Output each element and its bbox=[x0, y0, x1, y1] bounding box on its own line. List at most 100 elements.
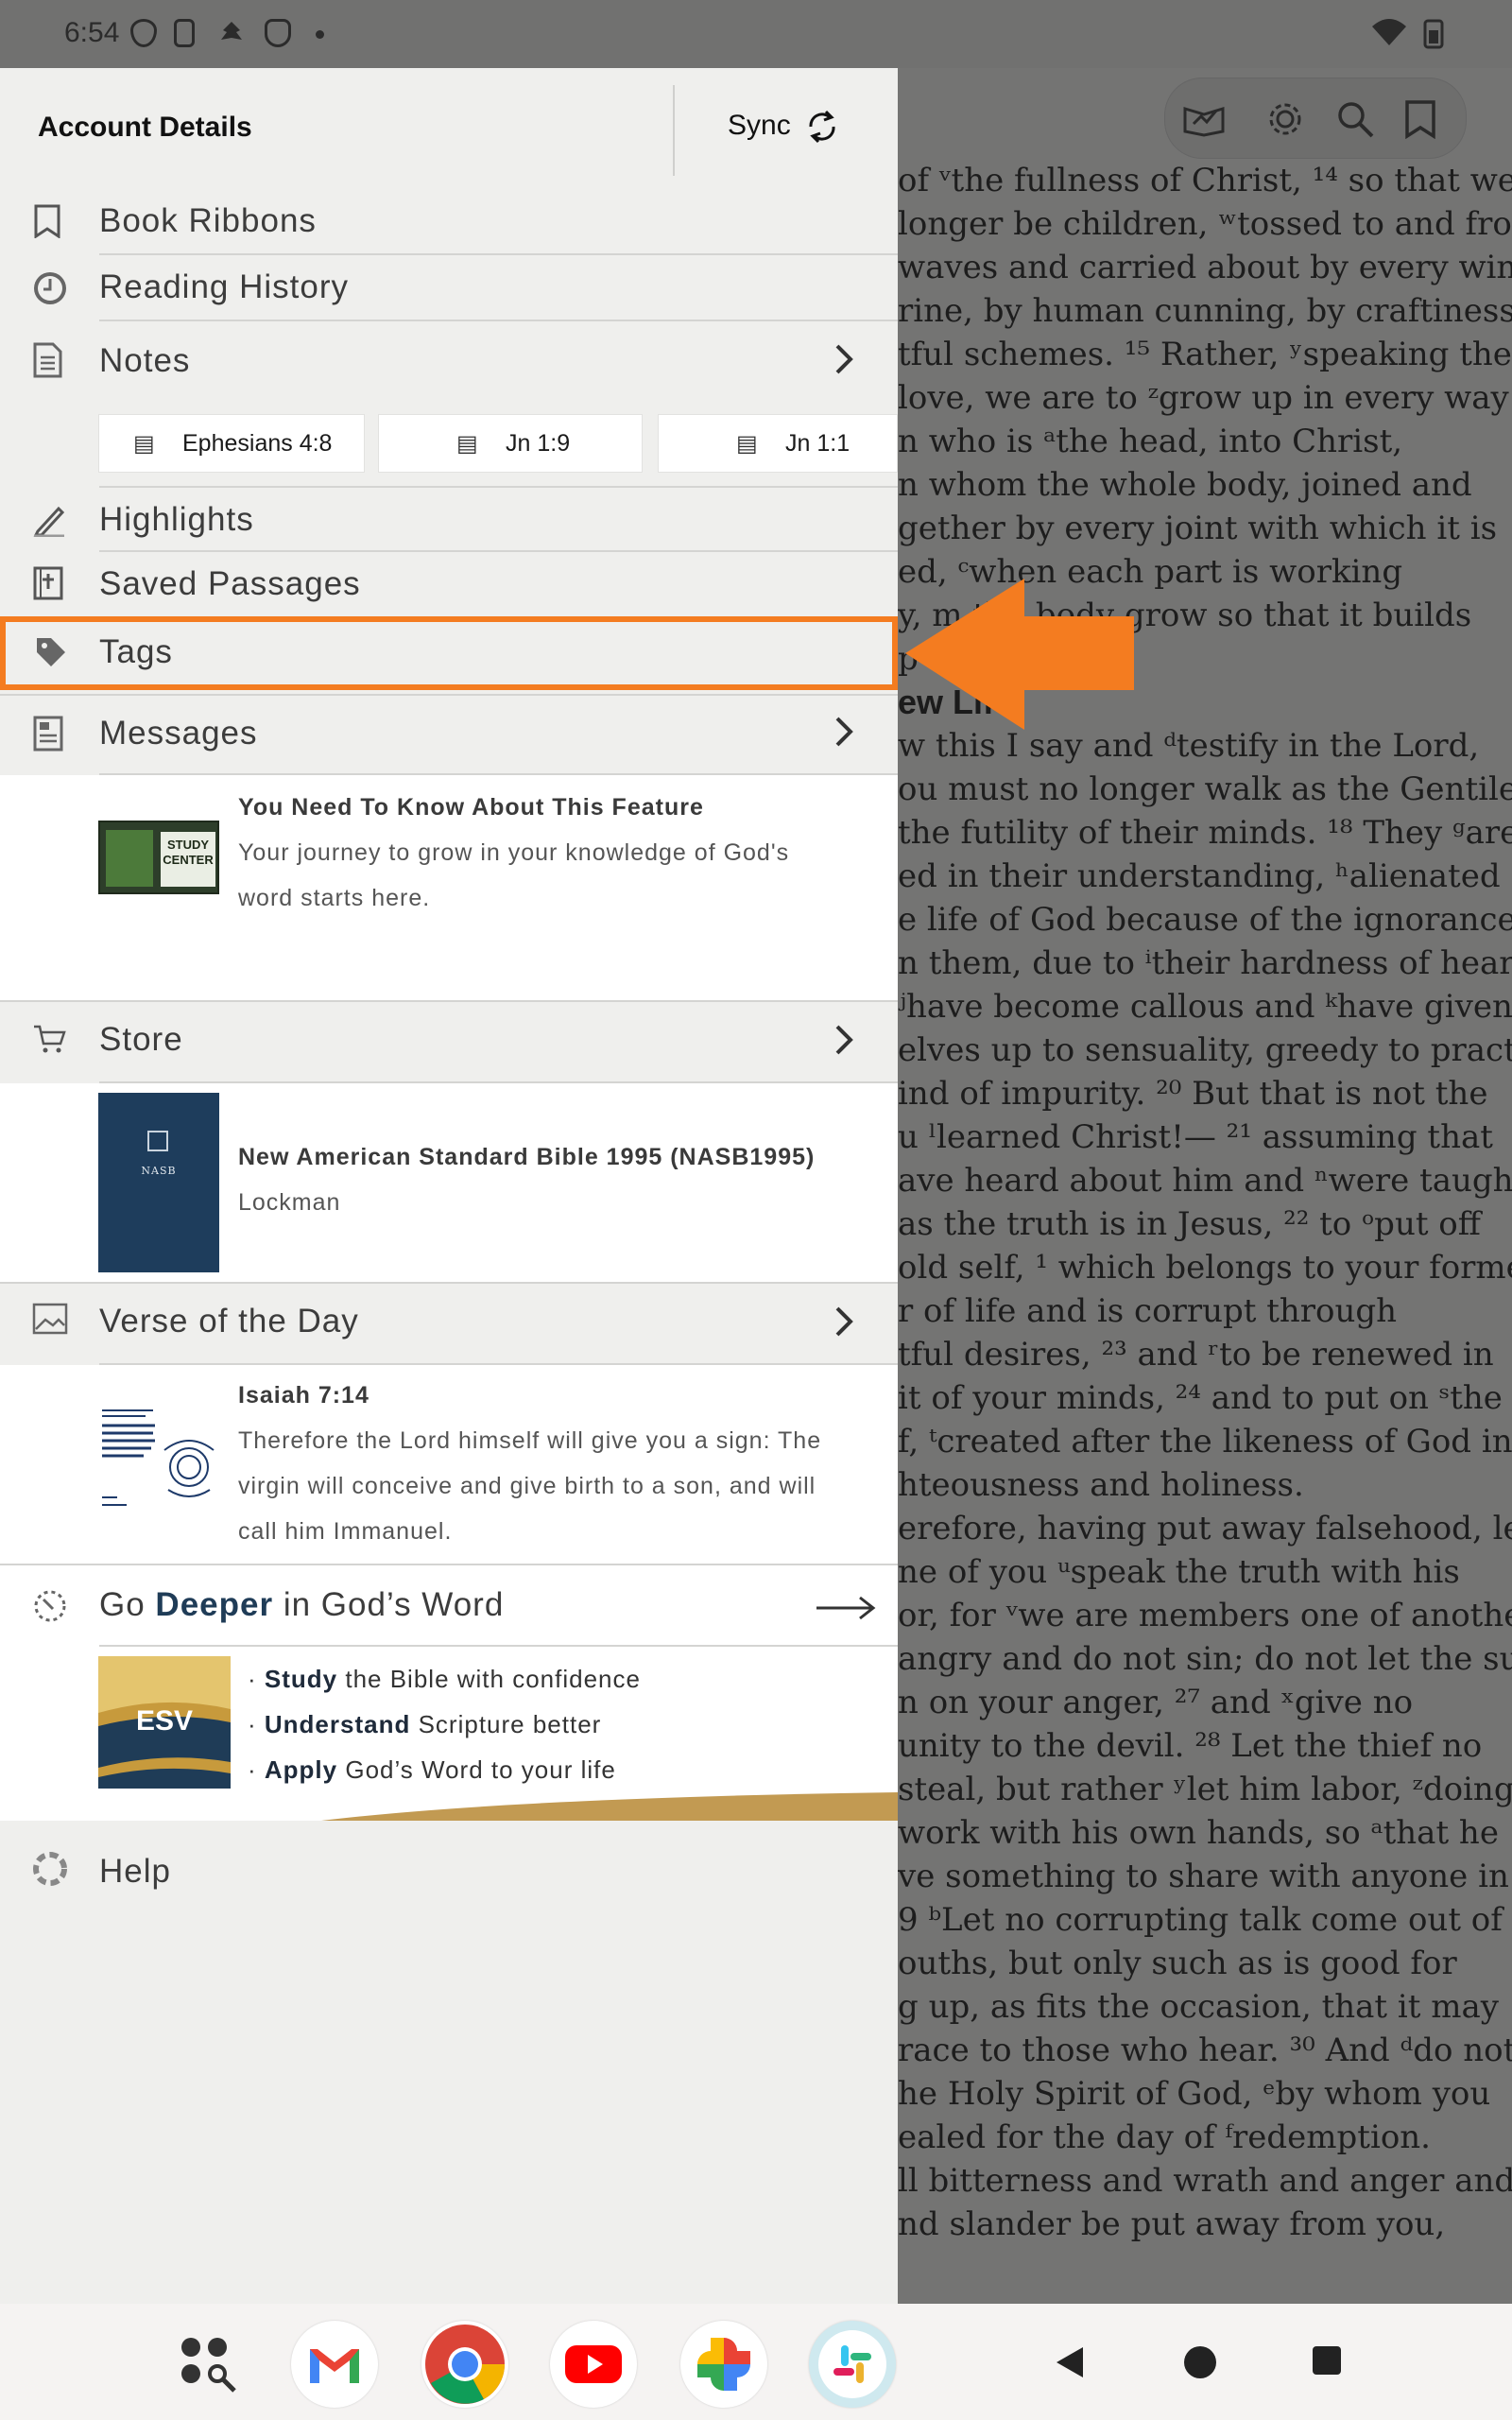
scripture-line: n whom the whole body, joined and bbox=[898, 466, 1472, 504]
scripture-line: r of life and is corrupt through bbox=[898, 1292, 1398, 1330]
note-chip-label: Ephesians 4:8 bbox=[182, 430, 333, 457]
highlights-label: Highlights bbox=[99, 501, 254, 538]
scripture-line: as the truth is in Jesus, ²² to ᵒput off bbox=[898, 1205, 1481, 1243]
scripture-line: ouths, but only such as is good for bbox=[898, 1945, 1457, 1982]
android-navigation-bar bbox=[0, 2304, 1512, 2420]
header-divider bbox=[673, 85, 675, 176]
verse-text-line: call him Immanuel. bbox=[238, 1518, 453, 1545]
help-label: Help bbox=[99, 1853, 171, 1890]
notes-label: Notes bbox=[99, 342, 191, 379]
menu-item-tags[interactable]: Tags bbox=[0, 616, 898, 690]
store-product-card[interactable]: NASB bbox=[0, 1083, 898, 1282]
bullet-bold: Apply bbox=[264, 1755, 338, 1784]
reading-plan-icon[interactable] bbox=[1182, 99, 1226, 147]
bullet-rest: God’s Word to your life bbox=[337, 1755, 616, 1784]
sync-icon[interactable] bbox=[803, 106, 841, 157]
go-deeper-card[interactable]: ESV · Study the Bible with confidence · … bbox=[0, 1647, 898, 1821]
youtube-app-icon[interactable] bbox=[550, 2321, 637, 2408]
divider bbox=[99, 550, 898, 552]
scripture-line: rine, by human cunning, by craftiness in bbox=[898, 292, 1512, 330]
nasb-book-cover: NASB bbox=[98, 1093, 219, 1272]
sim-status-icon bbox=[174, 19, 195, 47]
google-photos-app-icon[interactable] bbox=[680, 2321, 767, 2408]
shield-status-icon bbox=[130, 19, 157, 47]
scripture-line: f, ᵗcreated after the likeness of God in bbox=[898, 1423, 1512, 1461]
saved-passages-book-icon bbox=[32, 565, 66, 600]
clock-history-icon bbox=[32, 270, 66, 304]
recents-square-icon[interactable] bbox=[1310, 2343, 1344, 2382]
store-product-title: New American Standard Bible 1995 (NASB19… bbox=[238, 1144, 816, 1170]
bullet-rest: the Bible with confidence bbox=[337, 1665, 641, 1693]
note-chip-jn-1-1[interactable]: ▤ Jn 1:1 bbox=[658, 414, 898, 473]
chrome-app-icon[interactable] bbox=[421, 2321, 508, 2408]
scripture-line: ave heard about him and ⁿwere taught bbox=[898, 1162, 1512, 1200]
bullet-item: · Understand Scripture better bbox=[248, 1710, 602, 1738]
scripture-line: unity to the devil. ²⁸ Let the thief no bbox=[898, 1727, 1483, 1765]
thumb-text: STUDY CENTER bbox=[161, 832, 215, 887]
title-bold-part: Deeper bbox=[155, 1586, 274, 1623]
scripture-line: of ᵛthe fullness of Christ, ¹⁴ so that w… bbox=[898, 162, 1512, 199]
reading-history-label: Reading History bbox=[99, 268, 349, 305]
scripture-line: n who is ᵃthe head, into Christ, bbox=[898, 423, 1403, 460]
esv-study-thumbnail: ESV bbox=[98, 1656, 231, 1789]
account-details-button[interactable]: Account Details bbox=[38, 112, 252, 144]
slack-app-icon[interactable] bbox=[809, 2321, 896, 2408]
scripture-line: it of your minds, ²⁴ and to put on ˢthe bbox=[898, 1379, 1503, 1417]
bookmark-icon[interactable] bbox=[1401, 99, 1439, 148]
navigation-drawer: Account Details Sync Book Ribbons Readin… bbox=[0, 68, 898, 2304]
app-drawer-search-icon[interactable] bbox=[164, 2321, 251, 2408]
divider bbox=[99, 486, 898, 488]
note-small-icon: ▤ bbox=[456, 431, 478, 457]
reader-toolbar bbox=[1164, 78, 1467, 159]
scripture-line: n on your anger, ²⁷ and ˣgive no bbox=[898, 1684, 1414, 1721]
go-deeper-bullets: · Study the Bible with confidence · Unde… bbox=[248, 1656, 641, 1792]
messages-chevron-right-icon bbox=[832, 713, 856, 760]
sync-button[interactable]: Sync bbox=[728, 110, 791, 142]
scripture-line: ve something to share with anyone in bbox=[898, 1858, 1509, 1895]
wifi-battery-icons bbox=[1370, 17, 1455, 57]
help-lifebuoy-icon bbox=[32, 1851, 67, 1886]
note-chip-label: Jn 1:1 bbox=[785, 430, 850, 457]
divider bbox=[99, 320, 898, 321]
scripture-line: hteousness and holiness. bbox=[898, 1466, 1304, 1504]
gmail-app-icon[interactable] bbox=[291, 2321, 378, 2408]
verse-chevron-right-icon bbox=[832, 1303, 856, 1350]
messages-document-icon bbox=[32, 715, 66, 752]
status-time: 6:54 bbox=[64, 17, 120, 48]
scripture-line: ll bitterness and wrath and anger and bbox=[898, 2162, 1512, 2200]
decorative-gold-wave bbox=[321, 1792, 898, 1821]
scripture-line: steal, but rather ʸlet him labor, ᶻdoing bbox=[898, 1771, 1512, 1808]
store-product-publisher: Lockman bbox=[238, 1189, 341, 1216]
home-circle-icon[interactable] bbox=[1181, 2343, 1219, 2386]
settings-gear-icon[interactable] bbox=[1265, 99, 1305, 148]
divider bbox=[99, 253, 898, 255]
message-card-body-line: word starts here. bbox=[238, 885, 431, 911]
drawer-header: Account Details Sync bbox=[0, 68, 898, 191]
bullet-bold: Understand bbox=[264, 1710, 411, 1738]
note-chip-ephesians-4-8[interactable]: ▤ Ephesians 4:8 bbox=[98, 414, 365, 473]
scripture-line: waves and carried about by every wind bbox=[898, 249, 1512, 286]
book-ribbons-label: Book Ribbons bbox=[99, 202, 317, 239]
scripture-line: longer be children, ʷtossed to and fro bbox=[898, 205, 1512, 243]
search-icon[interactable] bbox=[1335, 99, 1375, 148]
bible-reader-pane[interactable]: of ᵛthe fullness of Christ, ¹⁴ so that w… bbox=[898, 68, 1512, 2304]
note-chip-jn-1-9[interactable]: ▤ Jn 1:9 bbox=[378, 414, 643, 473]
arrow-right-icon[interactable] bbox=[815, 1594, 877, 1627]
bullet-item: · Apply God’s Word to your life bbox=[248, 1755, 616, 1784]
scripture-line: u ˡlearned Christ!— ²¹ assuming that bbox=[898, 1118, 1493, 1156]
verse-of-the-day-label: Verse of the Day bbox=[99, 1303, 359, 1340]
tags-label: Tags bbox=[99, 633, 173, 670]
scripture-line: elves up to sensuality, greedy to practi… bbox=[898, 1031, 1512, 1069]
go-deeper-header[interactable]: Go Deeper in God’s Word bbox=[0, 1565, 898, 1647]
scripture-line: ealed for the day of ᶠredemption. bbox=[898, 2118, 1431, 2156]
message-card-title: You Need To Know About This Feature bbox=[238, 794, 704, 821]
scripture-line: ou must no longer walk as the Gentiles bbox=[898, 770, 1512, 808]
compass-dashed-icon bbox=[32, 1588, 66, 1622]
go-deeper-title: Go Deeper in God’s Word bbox=[99, 1586, 504, 1624]
message-card-body-line: Your journey to grow in your knowledge o… bbox=[238, 839, 790, 866]
annotation-arrow-pointing-to-tags bbox=[905, 579, 1134, 730]
back-triangle-icon[interactable] bbox=[1053, 2343, 1087, 2386]
scripture-line: he Holy Spirit of God, ᵉby whom you bbox=[898, 2075, 1491, 2113]
scripture-line: ʲhave become callous and ᵏhave given bbox=[898, 988, 1512, 1026]
thumb-device bbox=[106, 830, 153, 887]
